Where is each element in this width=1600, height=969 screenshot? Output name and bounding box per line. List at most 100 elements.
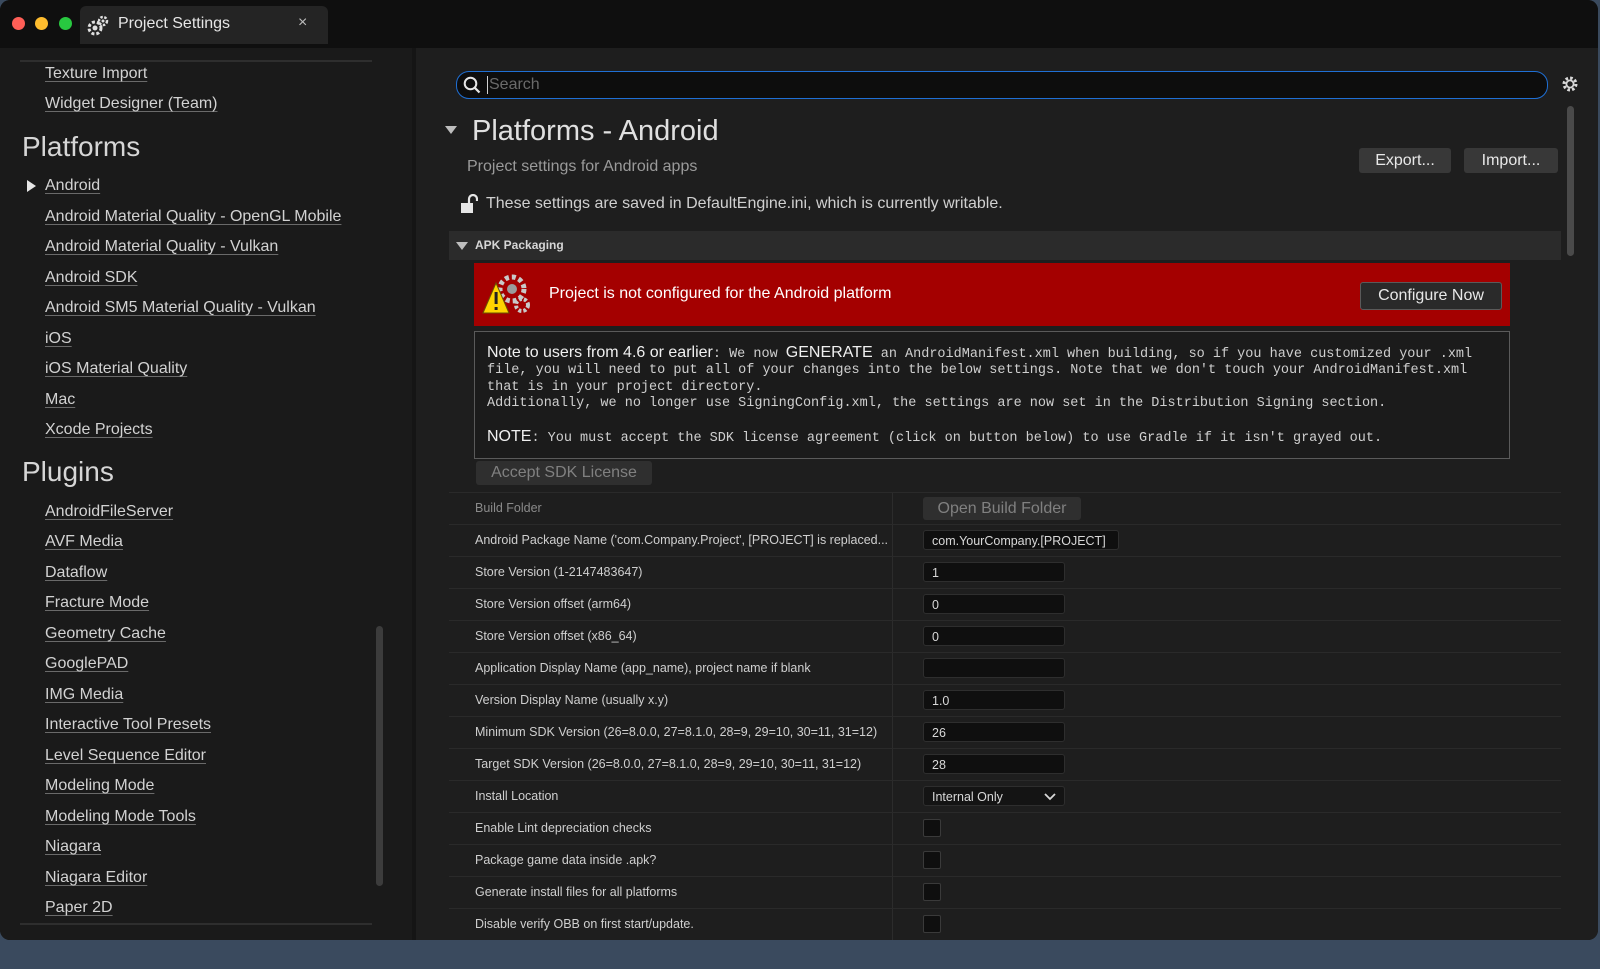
category-apk-packaging[interactable]: APK Packaging <box>449 231 1561 260</box>
settings-main-panel: Search Platforms - Android Project setti… <box>416 48 1598 940</box>
note-line-2: file, you will need to put all of your c… <box>487 363 1468 378</box>
sidebar-item-xcode-projects[interactable]: Xcode Projects <box>45 421 153 439</box>
property-row-install-location: Install Location Internal Only <box>449 780 1561 812</box>
sidebar-item-geometry-cache[interactable]: Geometry Cache <box>45 625 166 643</box>
app-display-name-input[interactable] <box>923 658 1065 678</box>
sidebar-item-interactive-tool-presets[interactable]: Interactive Tool Presets <box>45 716 211 734</box>
manifest-note-box: Note to users from 4.6 or earlier: We no… <box>474 331 1510 459</box>
accept-sdk-license-button[interactable]: Accept SDK License <box>476 461 652 485</box>
tab-project-settings[interactable]: Project Settings × <box>80 6 328 44</box>
target-sdk-input[interactable]: 28 <box>923 754 1065 774</box>
sidebar-item-widget-designer[interactable]: Widget Designer (Team) <box>45 95 218 113</box>
warning-gears-icon <box>482 274 530 314</box>
collapse-section-icon[interactable] <box>445 126 457 134</box>
sidebar-scrollbar[interactable] <box>376 626 383 886</box>
open-build-folder-button[interactable]: Open Build Folder <box>923 497 1081 520</box>
property-row-version-display-name: Version Display Name (usually x.y) 1.0 <box>449 684 1561 716</box>
selected-arrow-icon <box>27 180 36 192</box>
property-row-min-sdk: Minimum SDK Version (26=8.0.0, 27=8.1.0,… <box>449 716 1561 748</box>
property-label: Install Location <box>475 789 559 803</box>
property-label: Minimum SDK Version (26=8.0.0, 27=8.1.0,… <box>475 725 878 739</box>
import-button[interactable]: Import... <box>1464 148 1558 173</box>
configure-now-button[interactable]: Configure Now <box>1360 282 1502 310</box>
sidebar-divider <box>20 60 372 62</box>
package-name-input[interactable]: com.YourCompany.[PROJECT] <box>923 530 1119 550</box>
property-row-install-files: Generate install files for all platforms <box>449 876 1561 908</box>
config-status-text: These settings are saved in DefaultEngin… <box>486 195 1003 212</box>
property-row-store-version-x86: Store Version offset (x86_64) 0 <box>449 620 1561 652</box>
version-display-name-input[interactable]: 1.0 <box>923 690 1065 710</box>
plugins-heading: Plugins <box>22 456 114 487</box>
platforms-heading: Platforms <box>22 131 141 162</box>
min-sdk-input[interactable]: 26 <box>923 722 1065 742</box>
sidebar-item-level-sequence-editor[interactable]: Level Sequence Editor <box>45 747 206 765</box>
sidebar-item-android[interactable]: Android <box>45 177 100 195</box>
property-row-package-name: Android Package Name ('com.Company.Proje… <box>449 524 1561 556</box>
page-title: Platforms - Android <box>472 115 719 147</box>
property-row-build-folder: Build Folder Open Build Folder <box>449 492 1561 524</box>
lint-checks-checkbox[interactable] <box>923 819 941 837</box>
gear-icon[interactable] <box>1560 74 1580 94</box>
property-label: Store Version (1-2147483647) <box>475 565 643 579</box>
main-scrollbar[interactable] <box>1567 106 1574 256</box>
title-bar: Project Settings × <box>0 0 1598 48</box>
property-label: Store Version offset (arm64) <box>475 597 632 611</box>
property-row-package-inside-apk: Package game data inside .apk? <box>449 844 1561 876</box>
sidebar-item-paper-2d[interactable]: Paper 2D <box>45 899 113 917</box>
platform-warning-banner: Project is not configured for the Androi… <box>474 263 1510 326</box>
note-line-3: that is in your project directory. <box>487 380 763 395</box>
property-label: Version Display Name (usually x.y) <box>475 693 669 707</box>
project-settings-window: Project Settings × Texture Import Widget… <box>0 0 1598 940</box>
property-row-lint-checks: Enable Lint depreciation checks <box>449 812 1561 844</box>
property-label: Package game data inside .apk? <box>475 853 657 867</box>
banner-message: Project is not configured for the Androi… <box>549 285 892 302</box>
sidebar-item-mac[interactable]: Mac <box>45 391 75 409</box>
sidebar-item-img-media[interactable]: IMG Media <box>45 686 123 704</box>
sidebar-item-ios-material-quality[interactable]: iOS Material Quality <box>45 360 187 378</box>
minimize-window-button[interactable] <box>35 17 48 30</box>
unlocked-icon <box>461 194 478 213</box>
property-label: Application Display Name (app_name), pro… <box>475 661 811 675</box>
sidebar-item-android-material-opengl[interactable]: Android Material Quality - OpenGL Mobile <box>45 208 341 226</box>
note-line-1: Note to users from 4.6 or earlier: We no… <box>487 344 1473 362</box>
sidebar-item-android-sm5-vulkan[interactable]: Android SM5 Material Quality - Vulkan <box>45 299 316 317</box>
sidebar-item-android-material-vulkan[interactable]: Android Material Quality - Vulkan <box>45 238 278 256</box>
close-window-button[interactable] <box>12 17 25 30</box>
store-version-input[interactable]: 1 <box>923 562 1065 582</box>
sidebar-item-dataflow[interactable]: Dataflow <box>45 564 107 582</box>
property-row-verify-obb: Disable verify OBB on first start/update… <box>449 908 1561 940</box>
install-files-checkbox[interactable] <box>923 883 941 901</box>
sidebar-item-ios[interactable]: iOS <box>45 330 72 348</box>
sidebar-item-fracture-mode[interactable]: Fracture Mode <box>45 594 149 612</box>
sidebar-item-texture-import[interactable]: Texture Import <box>45 65 147 83</box>
sidebar-item-niagara-editor[interactable]: Niagara Editor <box>45 869 147 887</box>
tab-title: Project Settings <box>118 15 231 32</box>
property-row-store-version-arm64: Store Version offset (arm64) 0 <box>449 588 1561 620</box>
category-label: APK Packaging <box>475 238 564 252</box>
property-label: Enable Lint depreciation checks <box>475 821 652 835</box>
property-label: Target SDK Version (26=8.0.0, 27=8.1.0, … <box>475 757 862 771</box>
search-input[interactable]: Search <box>456 71 1548 99</box>
install-location-dropdown[interactable]: Internal Only <box>923 786 1065 806</box>
package-inside-apk-checkbox[interactable] <box>923 851 941 869</box>
install-location-value: Internal Only <box>932 790 1003 804</box>
store-version-arm64-input[interactable]: 0 <box>923 594 1065 614</box>
property-label: Store Version offset (x86_64) <box>475 629 637 643</box>
verify-obb-checkbox[interactable] <box>923 915 941 933</box>
maximize-window-button[interactable] <box>59 17 72 30</box>
sidebar-item-modeling-mode[interactable]: Modeling Mode <box>45 777 154 795</box>
property-row-target-sdk: Target SDK Version (26=8.0.0, 27=8.1.0, … <box>449 748 1561 780</box>
settings-gears-icon <box>87 15 109 36</box>
sidebar-item-niagara[interactable]: Niagara <box>45 838 101 856</box>
sidebar-item-androidfileserver[interactable]: AndroidFileServer <box>45 503 173 521</box>
property-label: Android Package Name ('com.Company.Proje… <box>475 533 889 547</box>
store-version-x86-input[interactable]: 0 <box>923 626 1065 646</box>
sidebar-item-modeling-mode-tools[interactable]: Modeling Mode Tools <box>45 808 196 826</box>
settings-sidebar: Texture Import Widget Designer (Team) Pl… <box>0 48 412 940</box>
export-button[interactable]: Export... <box>1359 148 1451 173</box>
sidebar-item-googlepad[interactable]: GooglePAD <box>45 655 128 673</box>
property-label: Generate install files for all platforms <box>475 885 678 899</box>
sidebar-item-android-sdk[interactable]: Android SDK <box>45 269 138 287</box>
close-tab-icon[interactable]: × <box>298 14 307 32</box>
sidebar-item-avf-media[interactable]: AVF Media <box>45 533 123 551</box>
